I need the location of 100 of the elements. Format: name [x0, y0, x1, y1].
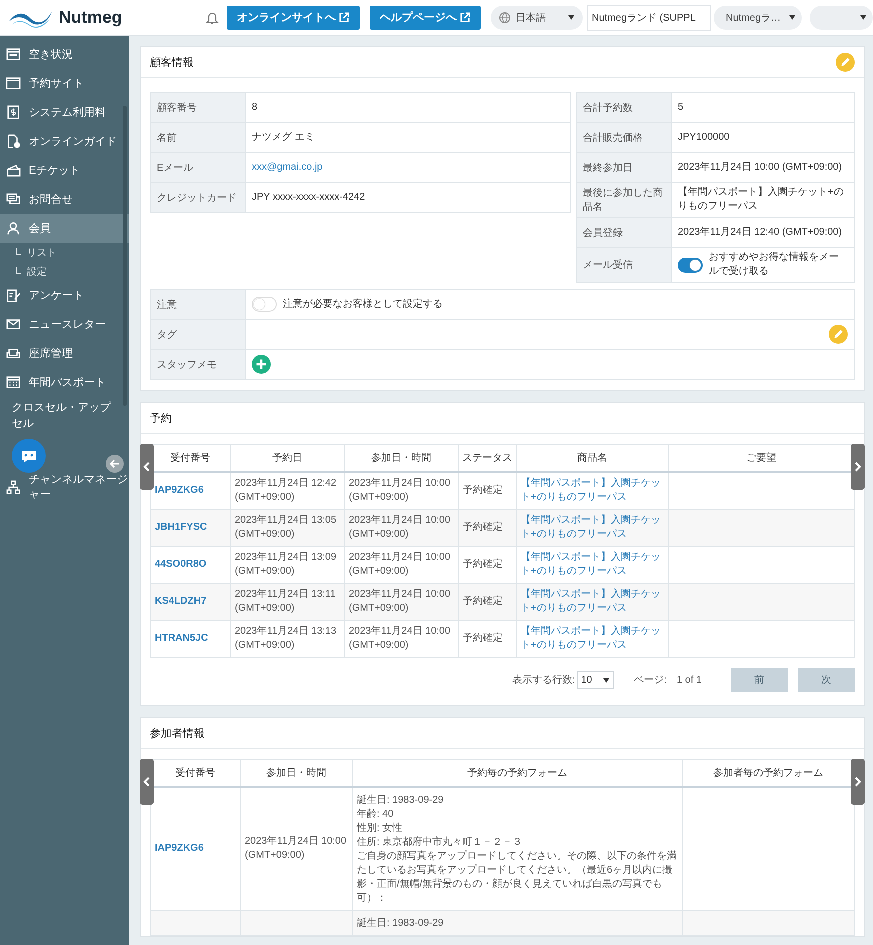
- email-link[interactable]: xxx@gmai.co.jp: [252, 160, 323, 174]
- chat-button[interactable]: [12, 438, 46, 473]
- field-value: JPY xxxx-xxxx-xxxx-4242: [252, 190, 366, 204]
- table-cell: 予約確定: [458, 584, 516, 620]
- scroll-left-button[interactable]: [140, 444, 154, 490]
- bell-icon[interactable]: [206, 10, 219, 24]
- caret-icon: [603, 678, 610, 682]
- page-count: 1 of 1: [676, 674, 702, 686]
- field-label: 会員登録: [577, 218, 672, 247]
- form-answer: 誕生日: 1983-09-29: [357, 794, 445, 808]
- field-value: JPY100000: [678, 130, 730, 144]
- link-button[interactable]: オンラインサイトへ: [227, 6, 360, 30]
- booking-id-link[interactable]: IAP9ZKG6: [155, 843, 204, 854]
- calendar-grid-icon: [6, 375, 21, 390]
- table-cell: 2023年11月24日 13:11 (GMT+09:00): [230, 584, 344, 620]
- form-answer: 性別: 女性: [357, 822, 404, 836]
- card-title: 顧客情報: [150, 56, 194, 70]
- rows-select[interactable]: 10: [577, 671, 614, 689]
- field-label: メール受信: [577, 248, 672, 282]
- table-cell: 予約確定: [458, 510, 516, 546]
- site-field[interactable]: Nutmegランド (SUPPL: [587, 4, 711, 30]
- scroll-right-button[interactable]: [851, 444, 865, 490]
- sidebar-item[interactable]: クロスセル・アップセル: [0, 397, 129, 437]
- page-label: ページ:: [634, 674, 667, 687]
- external-link-icon: [339, 12, 350, 23]
- table-cell: 2023年11月24日 13:13 (GMT+09:00): [230, 620, 344, 658]
- product-link[interactable]: 【年間パスポート】入園チケット+のりものフリーパス: [516, 510, 668, 546]
- form-answer: 住所: 東京都府中市丸々町１－２－３: [357, 836, 524, 850]
- card-title: 予約: [150, 412, 172, 426]
- field-label: スタッフメモ: [151, 350, 246, 379]
- sidebar-item[interactable]: 年間パスポート: [0, 368, 129, 397]
- ticket-icon: [6, 163, 21, 178]
- scroll-left-button[interactable]: [140, 759, 154, 805]
- globe-icon: [499, 12, 511, 24]
- table-cell: 2023年11月24日 10:00 (GMT+09:00): [344, 584, 458, 620]
- logo-text: Nutmeg: [59, 8, 122, 28]
- sidebar-item[interactable]: 座席管理: [0, 339, 129, 368]
- person-icon: [6, 221, 21, 236]
- language-select[interactable]: 日本語: [491, 6, 583, 30]
- caret-icon: [568, 15, 575, 20]
- booking-id-link[interactable]: JBH1FYSC: [150, 510, 230, 546]
- field-label: クレジットカード: [151, 183, 246, 212]
- table-cell: 2023年11月24日 10:00 (GMT+09:00): [245, 836, 347, 861]
- column-header: 商品名: [516, 444, 668, 472]
- field-label: 合計予約数: [577, 93, 672, 122]
- sitemap-icon: [6, 480, 21, 495]
- product-link[interactable]: 【年間パスポート】入園チケット+のりものフリーパス: [516, 584, 668, 620]
- sidebar-item[interactable]: 会員: [0, 214, 129, 243]
- field-value: ナツメグ エミ: [252, 130, 315, 144]
- scroll-right-button[interactable]: [851, 759, 865, 805]
- booking-id-link[interactable]: KS4LDZH7: [150, 584, 230, 620]
- sidebar-item[interactable]: 予約サイト: [0, 69, 129, 98]
- field-value: 2023年11月24日 10:00 (GMT+09:00): [678, 160, 842, 174]
- caret-icon: [789, 15, 796, 20]
- card-title: 参加者情報: [150, 726, 205, 740]
- toggle-label: おすすめやお得な情報をメールで受け取る: [709, 251, 840, 279]
- collapse-button[interactable]: [106, 454, 124, 473]
- chat-icon: [6, 192, 21, 207]
- field-label: 顧客番号: [151, 93, 246, 122]
- field-label: 最終参加日: [577, 153, 672, 182]
- envelope-icon: [6, 317, 21, 332]
- field-label: 名前: [151, 123, 246, 152]
- site-select[interactable]: Nutmegラ…: [714, 6, 802, 30]
- sidebar-item[interactable]: 空き状況: [0, 40, 129, 69]
- sidebar-subitem[interactable]: 設定: [27, 264, 47, 278]
- product-link[interactable]: 【年間パスポート】入園チケット+のりものフリーパス: [516, 620, 668, 658]
- browser-window-icon: [6, 76, 21, 91]
- table-cell: 予約確定: [458, 620, 516, 658]
- dollar-icon: [6, 105, 21, 120]
- sidebar-subitem[interactable]: リスト: [27, 246, 57, 260]
- edit-note-icon: [6, 288, 21, 303]
- table-cell: 2023年11月24日 10:00 (GMT+09:00): [344, 510, 458, 546]
- field-label: 最後に参加した商品名: [577, 183, 672, 217]
- sidebar-item[interactable]: システム利用料: [0, 98, 129, 127]
- add-icon[interactable]: [252, 355, 271, 374]
- booking-id-link[interactable]: HTRAN5JC: [150, 620, 230, 658]
- caret-icon: [860, 15, 867, 20]
- toggle-label: 注意が必要なお客様として設定する: [283, 298, 443, 312]
- form-answer: 年齢: 40: [357, 808, 395, 822]
- column-header: 予約日: [230, 444, 344, 472]
- sidebar-item[interactable]: お問合せ: [0, 185, 129, 214]
- column-header: 予約毎の予約フォーム: [352, 760, 682, 787]
- table-cell: 2023年11月24日 10:00 (GMT+09:00): [344, 620, 458, 658]
- sidebar-item[interactable]: チャンネルマネージャー: [0, 472, 129, 502]
- field-label: 注意: [151, 290, 246, 319]
- sidebar-item[interactable]: アンケート: [0, 281, 129, 310]
- sidebar-item[interactable]: Eチケット: [0, 156, 129, 185]
- field-value: 【年間パスポート】入園チケット+のりものフリーパス: [678, 186, 845, 214]
- sidebar-item[interactable]: ニュースレター: [0, 310, 129, 339]
- rows-label: 表示する行数:: [512, 674, 576, 687]
- link-button[interactable]: ヘルプページへ: [370, 6, 481, 30]
- field-value: 8: [252, 100, 258, 114]
- sidebar-item[interactable]: オンラインガイド: [0, 127, 129, 156]
- external-link-icon: [460, 12, 471, 23]
- tree-branch-icon: [16, 248, 21, 254]
- field-label: 合計販売価格: [577, 123, 672, 152]
- document-info-icon: [6, 134, 21, 149]
- toggle-switch[interactable]: [678, 258, 703, 272]
- sofa-icon: [6, 346, 21, 361]
- field-label: Eメール: [151, 153, 246, 182]
